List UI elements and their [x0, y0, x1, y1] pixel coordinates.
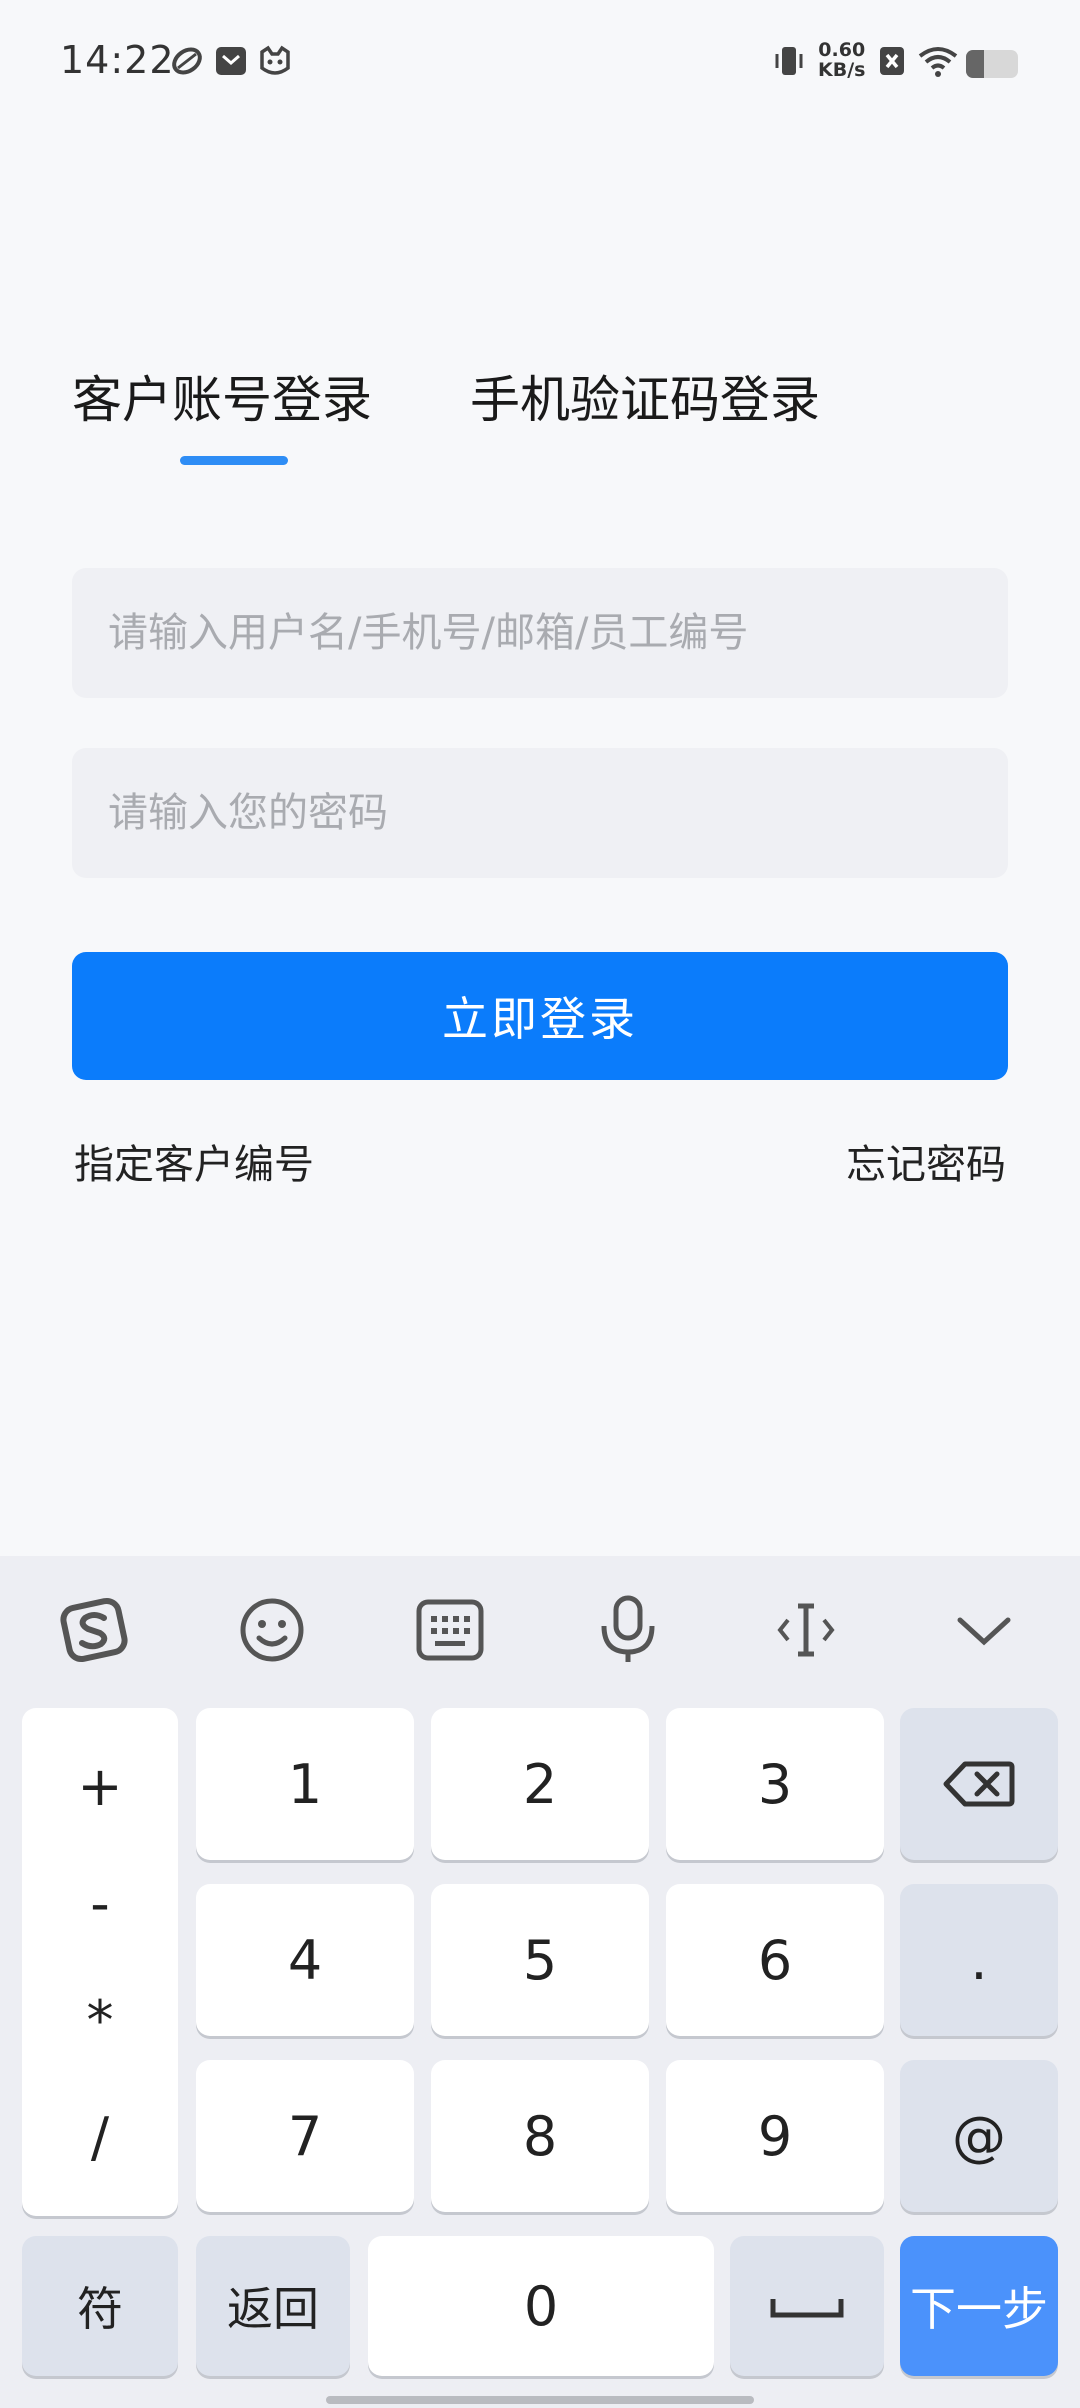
battery-fill — [966, 50, 985, 78]
login-tabs: 客户账号登录 手机验证码登录 — [72, 360, 1032, 470]
network-speed-unit: KB/s — [818, 59, 866, 81]
key-9[interactable]: 9 — [666, 2060, 884, 2212]
symbol-mode-key[interactable]: 符 — [22, 2236, 178, 2376]
tab-active-indicator — [180, 456, 288, 465]
numeric-keyboard: + - * / 1 2 3 4 5 6 . 7 8 9 @ 符 返回 0 下一步 — [0, 1556, 1080, 2408]
keyboard-icon[interactable] — [410, 1590, 490, 1670]
username-input[interactable] — [72, 568, 1008, 698]
space-key[interactable] — [730, 2236, 884, 2376]
symbol-column: + - * / — [22, 1708, 178, 2216]
cursor-icon[interactable] — [766, 1590, 846, 1670]
tab-account-login[interactable]: 客户账号登录 — [72, 360, 372, 432]
vibrate-icon — [772, 44, 806, 78]
battery-icon — [966, 50, 1018, 78]
keyboard-toolbar — [0, 1556, 1080, 1696]
key-multiply[interactable]: * — [87, 1993, 114, 2048]
key-8[interactable]: 8 — [431, 2060, 649, 2212]
collapse-icon[interactable] — [944, 1590, 1024, 1670]
key-1[interactable]: 1 — [196, 1708, 414, 1860]
forgot-password-link[interactable]: 忘记密码 — [846, 1132, 1006, 1190]
key-plus[interactable]: + — [77, 1759, 122, 1814]
network-speed-value: 0.60 — [818, 39, 866, 61]
sogou-logo-icon[interactable] — [54, 1590, 134, 1670]
backspace-icon — [943, 1761, 1015, 1807]
key-dot[interactable]: . — [900, 1884, 1058, 2036]
key-3[interactable]: 3 — [666, 1708, 884, 1860]
cat-notification-icon — [258, 44, 292, 78]
tab-sms-login[interactable]: 手机验证码登录 — [470, 360, 820, 432]
no-sim-icon — [878, 44, 912, 78]
status-bar: 14:22 0.60 KB/s — [0, 0, 1080, 128]
password-input[interactable] — [72, 748, 1008, 878]
space-icon — [770, 2299, 844, 2318]
network-speed: 0.60 KB/s — [818, 40, 865, 80]
key-at[interactable]: @ — [900, 2060, 1058, 2212]
specify-customer-link[interactable]: 指定客户编号 — [74, 1132, 314, 1190]
status-time: 14:22 — [60, 38, 175, 82]
emoji-icon[interactable] — [232, 1590, 312, 1670]
key-4[interactable]: 4 — [196, 1884, 414, 2036]
mail-notification-icon — [214, 44, 248, 78]
login-button[interactable]: 立即登录 — [72, 952, 1008, 1080]
key-divide[interactable]: / — [91, 2110, 109, 2165]
home-indicator[interactable] — [326, 2396, 754, 2404]
next-key[interactable]: 下一步 — [900, 2236, 1058, 2376]
backspace-key[interactable] — [900, 1708, 1058, 1860]
key-7[interactable]: 7 — [196, 2060, 414, 2212]
key-minus[interactable]: - — [90, 1876, 110, 1931]
key-2[interactable]: 2 — [431, 1708, 649, 1860]
key-0[interactable]: 0 — [368, 2236, 714, 2376]
wifi-icon — [918, 44, 958, 78]
app-notification-icon — [170, 44, 204, 78]
key-6[interactable]: 6 — [666, 1884, 884, 2036]
key-5[interactable]: 5 — [431, 1884, 649, 2036]
microphone-icon[interactable] — [588, 1590, 668, 1670]
back-key[interactable]: 返回 — [196, 2236, 350, 2376]
